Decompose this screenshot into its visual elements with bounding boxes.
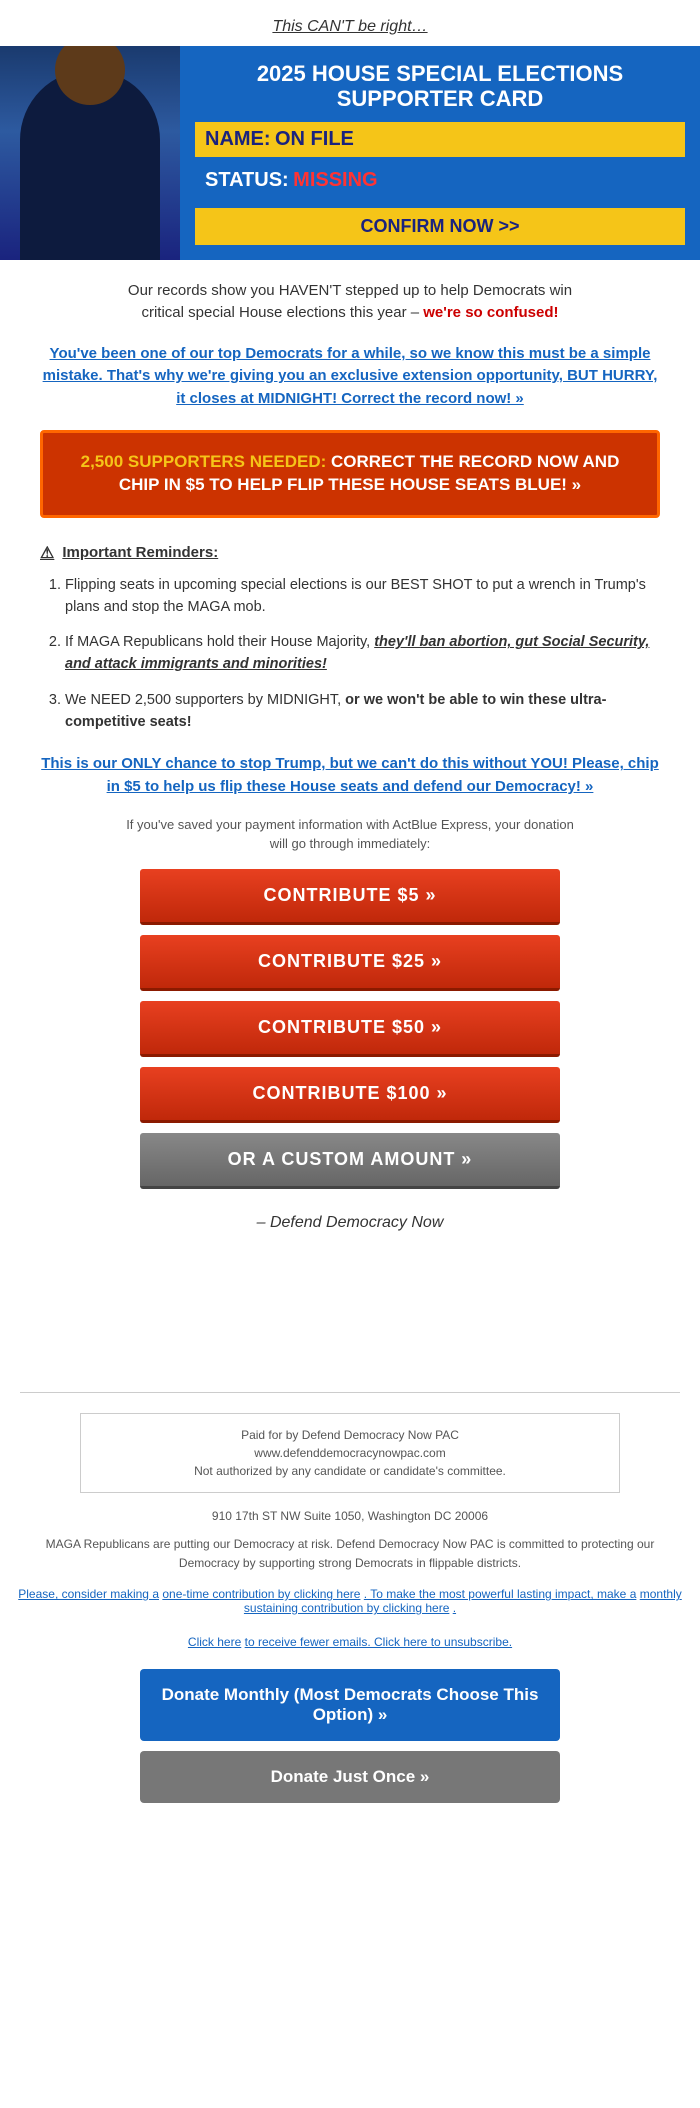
warning-icon: ⚠	[40, 543, 54, 563]
footer-links-text1: Please, consider making a	[18, 1587, 159, 1601]
bottom-section: Donate Monthly (Most Democrats Choose Th…	[0, 1669, 700, 1843]
person-body-shape	[20, 70, 160, 260]
hero-name-box: NAME: ON FILE	[195, 122, 685, 157]
spacer	[0, 1312, 700, 1392]
footer-legal-text: Paid for by Defend Democracy Now PAC www…	[97, 1426, 603, 1480]
footer: Paid for by Defend Democracy Now PAC www…	[0, 1413, 700, 1649]
fewer-emails-link[interactable]: Click here	[188, 1635, 241, 1649]
main-content: Our records show you HAVEN'T stepped up …	[0, 260, 700, 1312]
footer-legal-line3: Not authorized by any candidate or candi…	[194, 1464, 506, 1478]
reminder-item-1: Flipping seats in upcoming special elect…	[65, 575, 660, 619]
hero-person-image	[0, 46, 180, 260]
hero-name-value: ON FILE	[275, 128, 354, 150]
one-time-contribution-link[interactable]: one-time contribution by clicking here	[162, 1587, 360, 1601]
intro-confused: we're so confused!	[423, 304, 558, 321]
intro-link-text[interactable]: You've been one of our top Democrats for…	[40, 343, 660, 411]
reminder-item-2: If MAGA Republicans hold their House Maj…	[65, 632, 660, 676]
person-head-shape	[55, 46, 125, 105]
reminders-title: Important Reminders:	[62, 544, 218, 561]
reminders-section: ⚠ Important Reminders: Flipping seats in…	[40, 543, 660, 734]
hero-content: 2025 HOUSE SPECIAL ELECTIONS SUPPORTER C…	[180, 46, 700, 260]
footer-legal-line1: Paid for by Defend Democracy Now PAC	[241, 1428, 459, 1442]
footer-legal-box: Paid for by Defend Democracy Now PAC www…	[80, 1413, 620, 1493]
payment-info-line2: will go through immediately:	[270, 836, 430, 851]
footer-links-text3: .	[453, 1601, 456, 1615]
cta-highlight: 2,500 SUPPORTERS NEEDED:	[81, 452, 327, 471]
cta-box[interactable]: 2,500 SUPPORTERS NEEDED: CORRECT THE REC…	[40, 430, 660, 518]
hero-top-line1: 2025 HOUSE SPECIAL ELECTIONS SUPPORTER C…	[195, 61, 685, 112]
email-container: This CAN'T be right… 2025 HOUSE SPECIAL …	[0, 0, 700, 1843]
footer-address: 910 17th ST NW Suite 1050, Washington DC…	[0, 1509, 700, 1523]
intro-paragraph: Our records show you HAVEN'T stepped up …	[40, 280, 660, 325]
hero-status-box: STATUS: MISSING	[195, 163, 685, 198]
hero-name-label: NAME:	[205, 128, 271, 150]
cta-box-text: 2,500 SUPPORTERS NEEDED: CORRECT THE REC…	[63, 451, 637, 497]
footer-divider	[20, 1392, 680, 1393]
unsubscribe-text: to receive fewer emails. Click here to u…	[245, 1635, 512, 1649]
hero-confirm-text: CONFIRM NOW >>	[360, 216, 519, 236]
reminder-item-3: We NEED 2,500 supporters by MIDNIGHT, or…	[65, 690, 660, 734]
contribute-5-button[interactable]: CONTRIBUTE $5 »	[140, 869, 560, 925]
footer-disclaimer: MAGA Republicans are putting our Democra…	[20, 1535, 680, 1573]
header-title: This CAN'T be right…	[0, 0, 700, 46]
hero-status-value: MISSING	[293, 169, 377, 191]
intro-line2: critical special House elections this ye…	[141, 304, 419, 321]
header-title-text: This CAN'T be right…	[272, 18, 427, 35]
payment-info: If you've saved your payment information…	[40, 816, 660, 852]
hero-banner: 2025 HOUSE SPECIAL ELECTIONS SUPPORTER C…	[0, 46, 700, 260]
footer-unsubscribe: Click here to receive fewer emails. Clic…	[0, 1635, 700, 1649]
person-silhouette	[0, 46, 180, 260]
hero-status-label: STATUS:	[205, 169, 289, 191]
signature: – Defend Democracy Now	[40, 1214, 660, 1232]
reminders-list: Flipping seats in upcoming special elect…	[40, 575, 660, 734]
hero-confirm-button[interactable]: CONFIRM NOW >>	[195, 208, 685, 245]
contribute-50-button[interactable]: CONTRIBUTE $50 »	[140, 1001, 560, 1057]
final-appeal-link[interactable]: This is our ONLY chance to stop Trump, b…	[40, 753, 660, 798]
contribute-25-button[interactable]: CONTRIBUTE $25 »	[140, 935, 560, 991]
footer-legal-line2: www.defenddemocracynowpac.com	[254, 1446, 445, 1460]
footer-links-text2: . To make the most powerful lasting impa…	[364, 1587, 637, 1601]
reminders-header: ⚠ Important Reminders:	[40, 543, 660, 563]
footer-links: Please, consider making a one-time contr…	[0, 1587, 700, 1615]
donate-once-button[interactable]: Donate Just Once »	[140, 1751, 560, 1803]
payment-info-line1: If you've saved your payment information…	[126, 817, 574, 832]
custom-amount-button[interactable]: OR A CUSTOM AMOUNT »	[140, 1133, 560, 1189]
intro-line1: Our records show you HAVEN'T stepped up …	[128, 282, 572, 299]
donate-monthly-button[interactable]: Donate Monthly (Most Democrats Choose Th…	[140, 1669, 560, 1741]
contribute-100-button[interactable]: CONTRIBUTE $100 »	[140, 1067, 560, 1123]
